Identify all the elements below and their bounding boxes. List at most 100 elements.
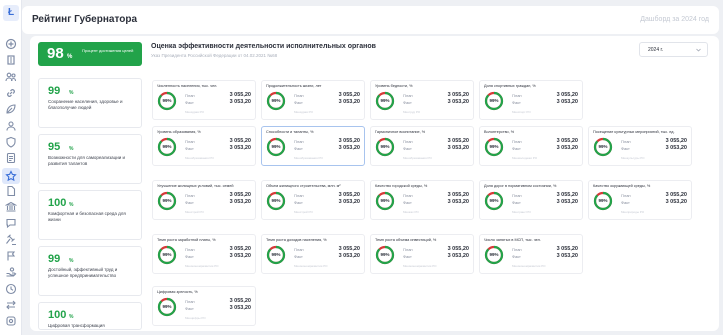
kpi-card[interactable]: Темп роста доходов населения, % 99% План 3 … <box>261 234 365 274</box>
category-card[interactable]: 100% Цифровая трансформация <box>38 302 142 330</box>
kpi-percent: 99% <box>489 252 499 257</box>
kpi-card[interactable]: Уровень бедности, % 99% План 3 055,20 Факт 3 … <box>370 80 474 120</box>
kpi-percent: 99% <box>162 98 172 103</box>
gavel-icon[interactable] <box>5 233 17 246</box>
plan-label: План <box>185 247 195 252</box>
kpi-card[interactable]: Темп роста объема инвестиций, % 99% План 3 … <box>370 234 474 274</box>
kpi-progress-ring: 99% <box>484 191 504 211</box>
kpi-card[interactable]: Доля дорог в нормативном состоянии, % 99%… <box>479 180 583 220</box>
kpi-card[interactable]: Улучшение жилищных условий, тыс. семей 99… <box>152 180 256 220</box>
year-value: 2024 г. <box>648 47 664 53</box>
kpi-card[interactable]: Темп роста заработной платы, % 99% План 3 0… <box>152 234 256 274</box>
fact-value: 3 053,20 <box>665 145 687 151</box>
doc-icon[interactable] <box>5 152 17 164</box>
fact-label: Факт <box>403 200 412 205</box>
kpi-title: Темп роста заработной платы, % <box>157 238 216 242</box>
kpi-owner: Минприроды РО <box>621 210 645 214</box>
fact-label: Факт <box>403 254 412 259</box>
hand-icon[interactable] <box>5 266 17 278</box>
fact-label: Факт <box>185 146 194 151</box>
kpi-title: Волонтерство, % <box>484 130 515 134</box>
link-icon[interactable] <box>5 87 17 99</box>
kpi-owner: Минэкономразвития РО <box>512 264 546 268</box>
kpi-owner: Минстрой РО <box>294 210 313 214</box>
kpi-progress-ring: 99% <box>266 245 286 265</box>
fact-value: 3 053,20 <box>229 99 251 105</box>
flag-icon[interactable] <box>5 250 17 262</box>
plan-label: План <box>512 139 522 144</box>
kpi-card[interactable]: Посещение культурных мероприятий, тыс. е… <box>588 126 692 166</box>
people-icon[interactable] <box>5 71 17 83</box>
fact-value: 3 053,20 <box>447 199 469 205</box>
kpi-percent: 99% <box>489 198 499 203</box>
kpi-card[interactable]: Гармоничное воспитание, % 99% План 3 055,20… <box>370 126 474 166</box>
fact-value: 3 053,20 <box>229 199 251 205</box>
kpi-owner: Минобразования РО <box>294 156 323 160</box>
kpi-owner: Минтруд РО <box>403 110 421 114</box>
category-card[interactable]: 99% Достойный, эффективный труд и успешно… <box>38 246 142 296</box>
kpi-owner: Минспорт РО <box>512 110 531 114</box>
leaf-icon[interactable] <box>5 103 17 115</box>
shield-icon[interactable] <box>5 136 17 148</box>
fact-label: Факт <box>512 200 521 205</box>
kpi-title: Способности и таланты, % <box>266 130 314 134</box>
category-card[interactable]: 100% Комфортная и безопасная среда для жи… <box>38 190 142 240</box>
plan-value: 3 055,20 <box>338 246 360 252</box>
fact-value: 3 053,20 <box>556 253 578 259</box>
users-icon[interactable] <box>5 120 17 132</box>
app-logo[interactable]: Ł <box>3 5 19 21</box>
plan-label: План <box>185 139 195 144</box>
kpi-card[interactable]: Объем жилищного строительства, млн. м² 99… <box>261 180 365 220</box>
plus-circle-icon[interactable] <box>5 38 17 50</box>
kpi-card[interactable]: Качество городской среды, % 99% План 3 055,… <box>370 180 474 220</box>
kpi-progress-ring: 99% <box>266 191 286 211</box>
plan-value: 3 055,20 <box>556 92 578 98</box>
category-card[interactable]: 99% Сохранение населения, здоровье и благ… <box>38 78 142 128</box>
plan-label: План <box>621 193 631 198</box>
fact-value: 3 053,20 <box>447 253 469 259</box>
kpi-card[interactable]: Волонтерство, % 99% План 3 055,20 Факт 3 053,… <box>479 126 583 166</box>
clock-icon[interactable] <box>5 283 17 295</box>
kpi-card[interactable]: Доля спортивных граждан, % 99% План 3 055,2… <box>479 80 583 120</box>
chat-icon[interactable] <box>5 217 17 229</box>
kpi-card[interactable]: Число занятых в МСП, тыс. чел. 99% План 3 0… <box>479 234 583 274</box>
dashboard-year-label: Дашборд за 2024 год <box>640 16 709 23</box>
kpi-title: Цифровая зрелость, % <box>157 290 198 294</box>
plan-value: 3 055,20 <box>229 192 251 198</box>
building-icon[interactable] <box>5 54 17 66</box>
kpi-owner: Минмолодежи РО <box>512 156 538 160</box>
kpi-card[interactable]: Продолжительность жизни, лет 99% План 3 055… <box>261 80 365 120</box>
plan-label: План <box>621 139 631 144</box>
kpi-progress-ring: 99% <box>593 137 613 157</box>
kpi-owner: Минэкономразвития РО <box>185 264 219 268</box>
kpi-title: Гармоничное воспитание, % <box>375 130 426 134</box>
plan-label: План <box>294 93 304 98</box>
fact-label: Факт <box>294 146 303 151</box>
kpi-card[interactable]: Численность населения, тыс. чел. 99% План 3… <box>152 80 256 120</box>
category-card[interactable]: 95% Возможности для самореализации и разв… <box>38 134 142 184</box>
kpi-progress-ring: 99% <box>375 91 395 111</box>
fact-label: Факт <box>512 100 521 105</box>
kpi-title: Продолжительность жизни, лет <box>266 84 322 88</box>
year-select[interactable]: 2024 г. <box>639 42 708 57</box>
government-icon[interactable] <box>5 201 17 213</box>
star-icon[interactable] <box>2 168 20 185</box>
kpi-card[interactable]: Качество окружающей среды, % 99% План 3 055… <box>588 180 692 220</box>
kpi-card[interactable]: Способности и таланты, % 99% План 3 055,20 Ф… <box>261 126 365 166</box>
plan-label: План <box>512 193 522 198</box>
kpi-percent: 99% <box>489 144 499 149</box>
plan-value: 3 055,20 <box>229 246 251 252</box>
summary-badge: 98 % Процент достижения целей <box>38 42 142 66</box>
fact-label: Факт <box>621 200 630 205</box>
file-icon[interactable] <box>5 185 17 197</box>
kpi-progress-ring: 99% <box>266 91 286 111</box>
kpi-card[interactable]: Цифровая зрелость, % 99% План 3 055,20 Факт 3… <box>152 286 256 326</box>
transfer-icon[interactable] <box>5 299 17 311</box>
category-unit: % <box>69 314 74 320</box>
plan-value: 3 055,20 <box>447 92 469 98</box>
kpi-card[interactable]: Уровень образования, % 99% План 3 055,20 Фак… <box>152 126 256 166</box>
plan-label: План <box>185 93 195 98</box>
kpi-title: Численность населения, тыс. чел. <box>157 84 218 88</box>
settings-icon[interactable] <box>5 315 17 327</box>
plan-label: План <box>512 93 522 98</box>
